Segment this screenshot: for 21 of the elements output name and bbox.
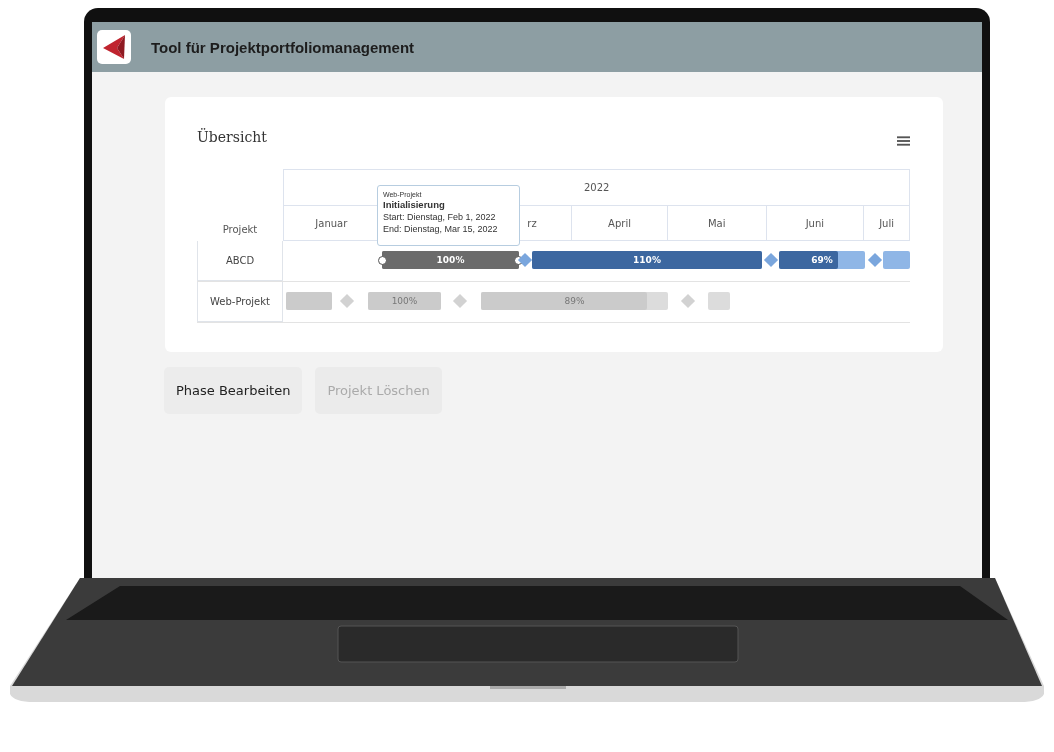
phase-bar[interactable]: 69% [779, 251, 865, 269]
phase-bar[interactable] [883, 251, 910, 269]
action-button[interactable]: Phase Bearbeiten [164, 367, 303, 414]
logo-icon [97, 30, 131, 64]
project-name[interactable]: Web-Projekt [197, 282, 283, 322]
column-header: Projekt [222, 224, 258, 235]
phase-bar[interactable]: 110% [532, 251, 762, 269]
phase-bar[interactable] [708, 292, 730, 310]
month-header: April [572, 206, 668, 240]
phase-bar[interactable]: 89% [481, 292, 668, 310]
milestone-icon[interactable] [517, 252, 533, 268]
menu-icon[interactable] [897, 135, 910, 147]
month-header: Mai [667, 206, 767, 240]
month-header: Juni [766, 206, 865, 240]
phase-bar[interactable] [286, 292, 332, 310]
project-name[interactable]: ABCD [197, 241, 283, 281]
phase-bar[interactable]: 100% [368, 292, 441, 310]
tooltip-phase: Initialisierung [383, 199, 446, 211]
month-header: Juli [877, 216, 895, 231]
card-title: Übersicht [197, 129, 267, 145]
app-title: Tool für Projektportfoliomanagement [151, 38, 415, 56]
